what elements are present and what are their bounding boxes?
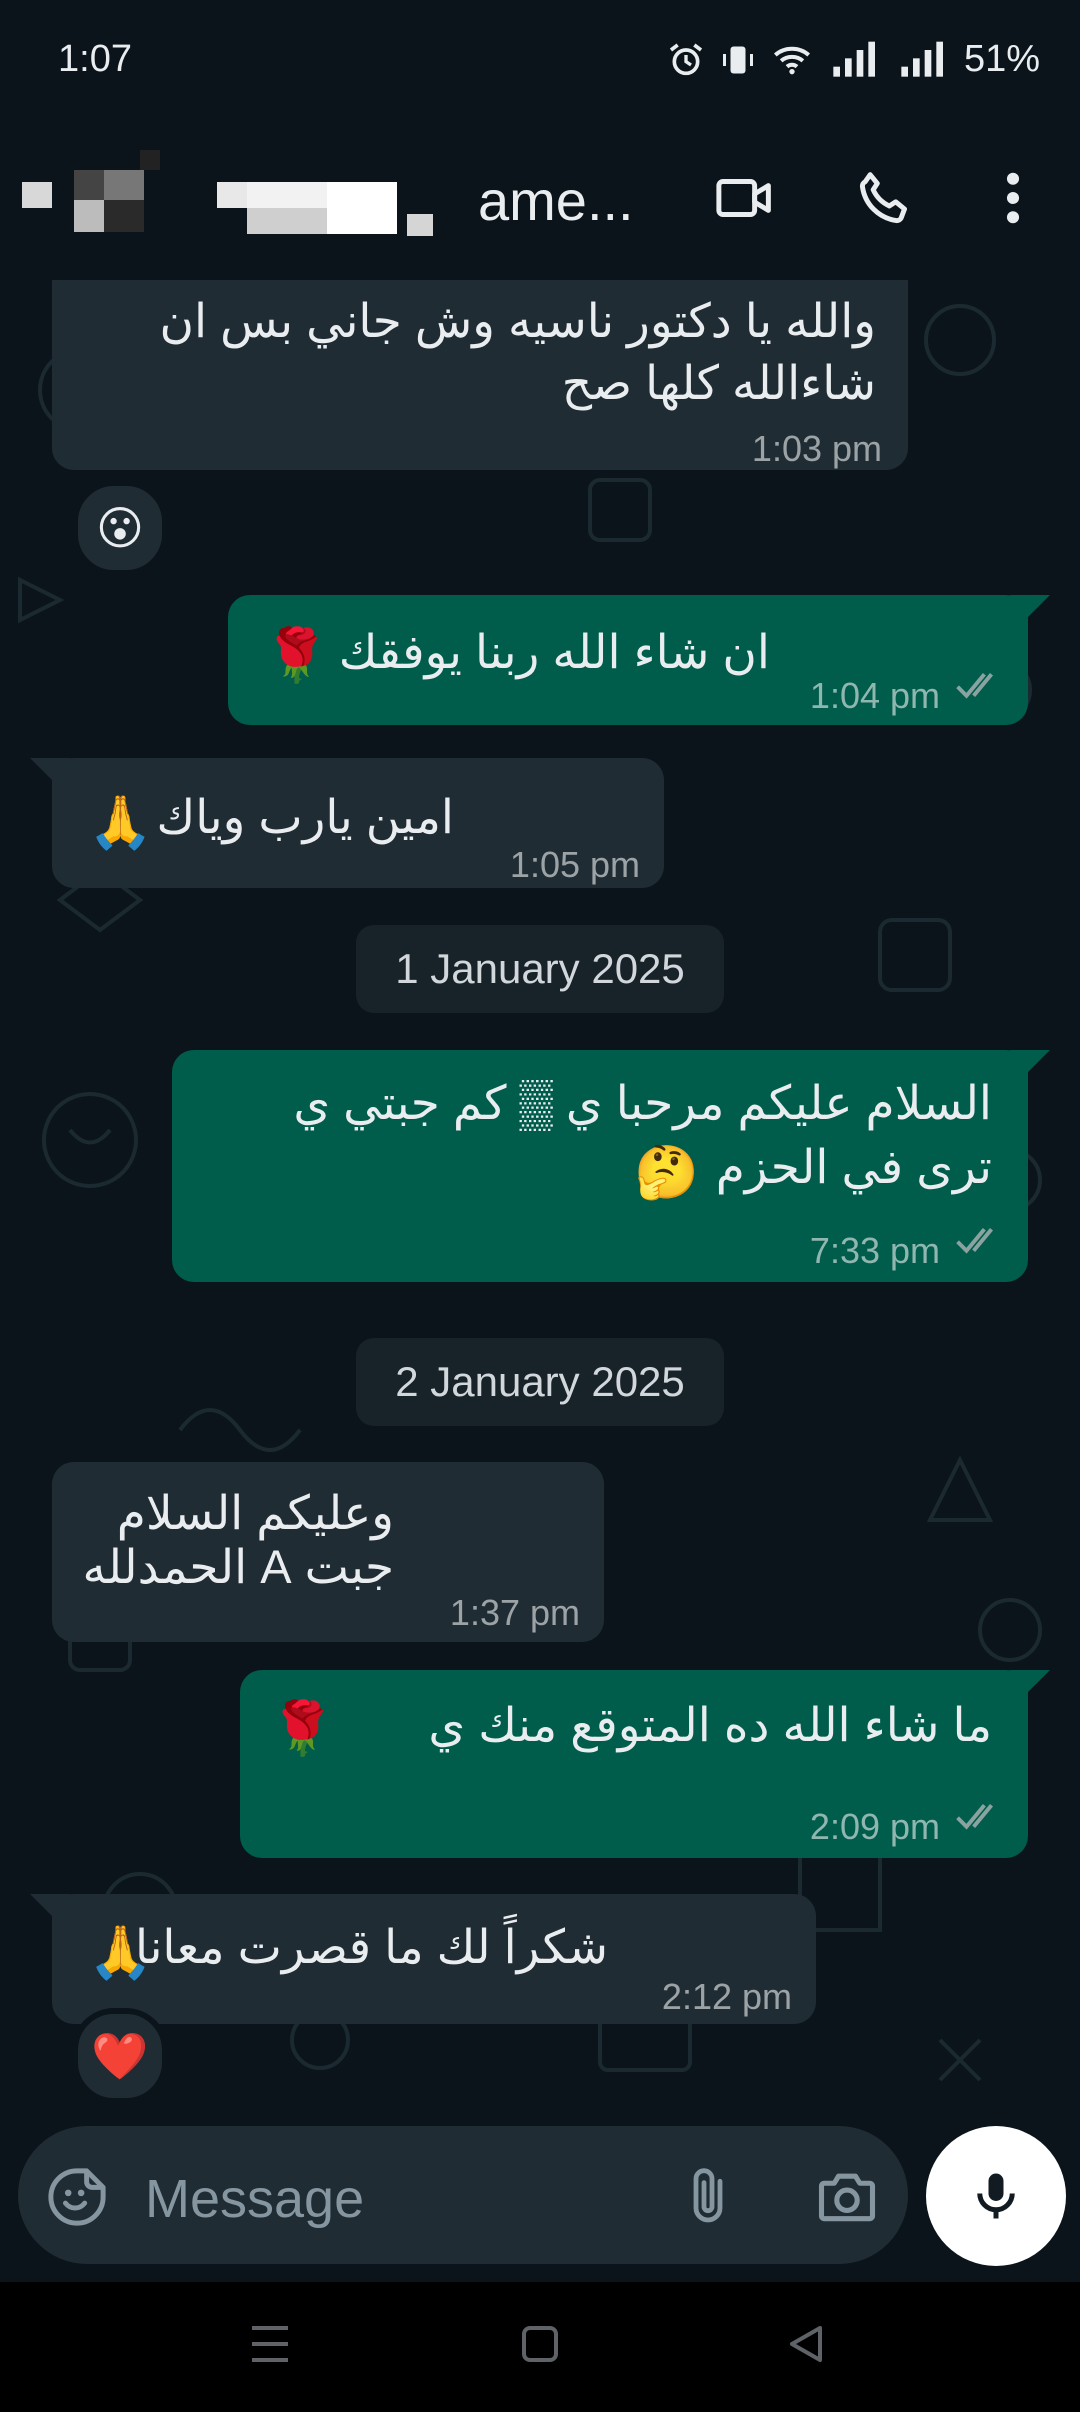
- pray-emoji: 🙏: [88, 793, 153, 853]
- attach-icon[interactable]: [676, 2160, 740, 2237]
- message-text: ترى في الحزم: [715, 1140, 992, 1193]
- message-time: 1:04 pm: [809, 675, 940, 716]
- bubble-tail: [30, 758, 70, 788]
- date-separator: 1 January 2025: [356, 925, 724, 1013]
- video-call-icon[interactable]: [712, 165, 778, 236]
- more-icon[interactable]: [988, 165, 1038, 236]
- message-time: 7:33 pm: [809, 1230, 940, 1271]
- double-check-icon: [956, 1228, 994, 1254]
- message-reaction[interactable]: ❤️: [72, 2008, 168, 2104]
- thinking-emoji: 🤔: [634, 1143, 699, 1203]
- pray-emoji: 🙏: [88, 1923, 153, 1983]
- message-time: 2:09 pm: [809, 1806, 940, 1847]
- camera-icon[interactable]: [812, 2162, 882, 2235]
- bubble-tail: [1010, 595, 1050, 625]
- message-incoming-3[interactable]: امين يارب وياك 🙏 1:05 pm: [52, 758, 664, 888]
- contact-name[interactable]: ame...: [478, 168, 634, 233]
- message-outgoing-4[interactable]: السلام عليكم مرحبا ي ▒ كم جبتي ي ترى في …: [172, 1050, 1028, 1282]
- double-check-icon: [956, 673, 994, 699]
- nav-home-icon[interactable]: [520, 2322, 560, 2371]
- bubble-tail: [1010, 1670, 1050, 1700]
- message-incoming-7[interactable]: شكراً لك ما قصرت معانا 🙏 2:12 pm: [52, 1894, 816, 2024]
- mic-icon: [977, 2173, 1015, 2219]
- nav-menu-icon[interactable]: [250, 2322, 290, 2371]
- bubble-tail: [1010, 1050, 1050, 1080]
- message-time: 1:03 pm: [751, 428, 882, 469]
- chat-area[interactable]: والله يا دكتور ناسيه وش جاني بس ان شاءال…: [0, 280, 1080, 2112]
- message-outgoing-2[interactable]: ان شاء الله ربنا يوفقك 🌹 1:04 pm: [228, 595, 1028, 725]
- nav-back-icon[interactable]: [786, 2322, 826, 2371]
- phone-icon[interactable]: [852, 165, 918, 236]
- message-incoming-1[interactable]: والله يا دكتور ناسيه وش جاني بس ان شاءال…: [52, 280, 908, 470]
- wifi-icon: [770, 40, 814, 80]
- message-text: والله يا دكتور ناسيه وش جاني بس ان: [159, 294, 876, 347]
- message-time: 2:12 pm: [661, 1976, 792, 2017]
- message-text: جبت A الحمدلله: [82, 1540, 394, 1593]
- sticker-icon[interactable]: [44, 2164, 110, 2235]
- alarm-icon: [666, 40, 706, 80]
- message-incoming-5[interactable]: وعليكم السلام جبت A الحمدلله 1:37 pm: [52, 1462, 604, 1642]
- message-text: ان شاء الله ربنا يوفقك: [338, 625, 770, 678]
- message-time: 1:05 pm: [509, 844, 640, 885]
- battery-level: 51%: [963, 38, 1040, 80]
- signal-icon-2: [896, 40, 950, 80]
- message-text: امين يارب وياك: [156, 790, 455, 843]
- rose-emoji: 🌹: [270, 1699, 335, 1759]
- message-text: شكراً لك ما قصرت معانا: [135, 1920, 608, 1973]
- message-text: السلام عليكم مرحبا ي ▒ كم جبتي ي: [293, 1076, 992, 1129]
- message-reaction[interactable]: 😮: [72, 480, 168, 576]
- vibrate-icon: [720, 40, 756, 80]
- signal-icon: [828, 40, 882, 80]
- double-check-icon: [956, 1804, 994, 1830]
- date-separator: 2 January 2025: [356, 1338, 724, 1426]
- status-time: 1:07: [58, 38, 132, 80]
- bubble-tail: [30, 1894, 70, 1924]
- message-text: شاءالله كلها صح: [561, 356, 876, 409]
- message-text: ما شاء الله ده المتوقع منك ي: [428, 1698, 992, 1751]
- message-time: 1:37 pm: [449, 1592, 580, 1633]
- message-outgoing-6[interactable]: ما شاء الله ده المتوقع منك ي 🌹 2:09 pm: [240, 1670, 1028, 1858]
- message-text: وعليكم السلام: [116, 1486, 394, 1539]
- rose-emoji: 🌹: [264, 626, 329, 686]
- mic-button[interactable]: [926, 2126, 1066, 2266]
- message-input[interactable]: Message: [145, 2168, 364, 2230]
- status-icons: 51%: [666, 38, 1040, 81]
- contact-avatar[interactable]: [22, 150, 482, 255]
